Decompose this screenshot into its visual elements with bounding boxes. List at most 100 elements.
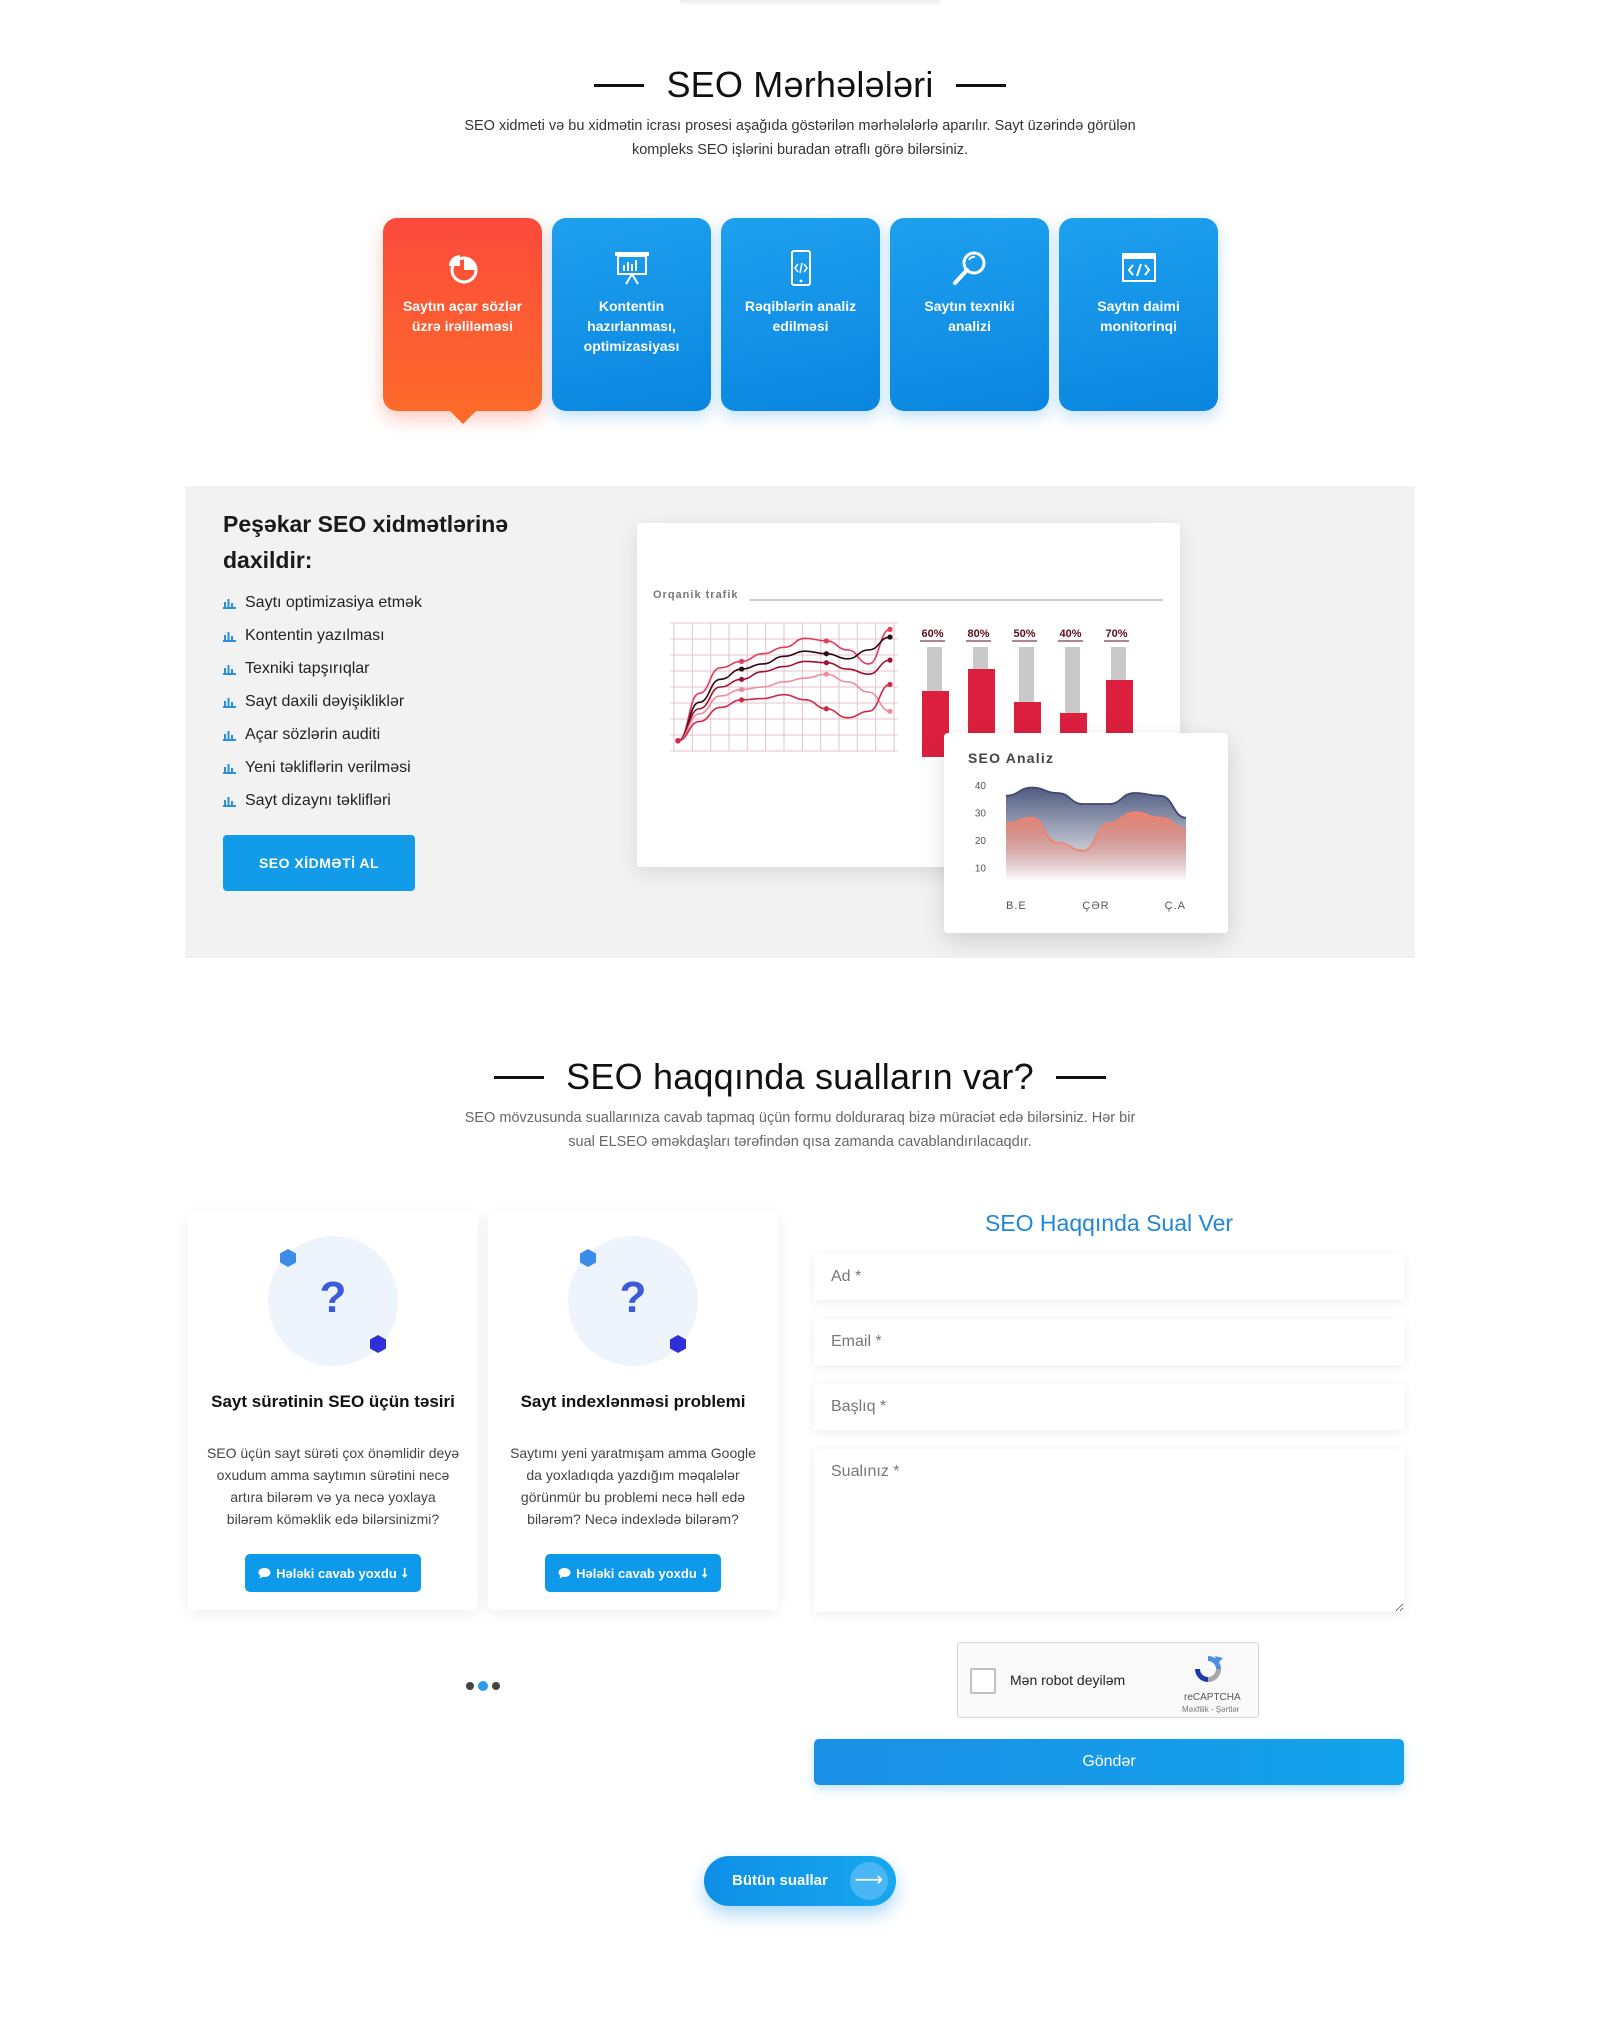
line-point (823, 651, 829, 657)
comment-icon (558, 1568, 571, 1579)
arrow-down-icon: ⭣ (401, 1565, 408, 1580)
seo-analiz-card: SEO Analiz 40 30 20 10 B.E ÇƏR Ç.A (944, 733, 1228, 933)
recaptcha-logo-icon (1195, 1656, 1223, 1682)
y-tick-label: 20 (975, 836, 987, 847)
organic-traffic-title: Orqanik trafik (653, 589, 739, 601)
stage-card-keywords[interactable]: Saytın açar sözlər üzrə irəliləməsi (383, 218, 542, 424)
service-item: Texniki tapşırıqlar (223, 652, 422, 685)
bar-track (927, 647, 942, 691)
service-item: Kontentin yazılması (223, 619, 422, 652)
recaptcha-label: Mən robot deyiləm (1010, 1672, 1126, 1688)
stage-card-technical[interactable]: Saytın texniki analizi (890, 218, 1049, 411)
faq-card[interactable]: ? Sayt sürətinin SEO üçün təsiri SEO üçü… (188, 1212, 478, 1610)
stage-card-content[interactable]: Kontentin hazırlanması, optimizasiyası (552, 218, 711, 411)
questions-header: SEO haqqında sualların var? SEO mövzusun… (0, 1056, 1600, 1154)
all-questions-button[interactable]: Bütün suallar ⟶ (704, 1856, 896, 1906)
all-questions-label: Bütün suallar (732, 1872, 828, 1889)
service-item: Saytı optimizasiya etmək (223, 586, 422, 619)
pie-chart-icon (448, 255, 477, 284)
question-textarea[interactable] (814, 1449, 1404, 1612)
service-item-label: Texniki tapşırıqlar (245, 659, 370, 677)
line-chart-grid (670, 622, 898, 752)
recaptcha-terms-link[interactable]: Məxfilik - Şərtlər (1182, 1705, 1258, 1714)
stage-label: Saytın açar sözlər üzrə irəliləməsi (402, 298, 523, 334)
comment-icon (258, 1568, 271, 1579)
line-point (823, 638, 829, 644)
bar-track (1019, 647, 1034, 702)
line-point (739, 697, 745, 703)
line-point (739, 676, 745, 682)
services-title: Peşəkar SEO xidmətlərinə daxildir: (223, 511, 509, 573)
stage-card-competitors[interactable]: Rəqiblərin analiz edilməsi (721, 218, 880, 411)
bar-chart-icon (223, 796, 236, 807)
hexagon-icon (370, 1335, 386, 1353)
no-answer-button[interactable]: Hələki cavab yoxdu ⭣ (245, 1554, 421, 1592)
service-item: Sayt daxili dəyişikliklər (223, 685, 422, 718)
seo-service-button[interactable]: SEO XİDMƏTİ AL (223, 835, 415, 891)
stages-title-text: SEO Mərhələləri (666, 64, 934, 105)
bar-chart-icon (223, 598, 236, 609)
faq-title: Sayt sürətinin SEO üçün təsiri (211, 1392, 455, 1411)
bar-chart-icon (223, 697, 236, 708)
line-point (823, 706, 829, 712)
stages-row: Saytın açar sözlər üzrə irəliləməsi Kont… (383, 218, 1218, 424)
bar-track (1065, 647, 1080, 713)
x-tick-label: Ç.A (1165, 900, 1186, 912)
y-tick-label: 40 (975, 781, 987, 792)
no-answer-button[interactable]: Hələki cavab yoxdu ⭣ (545, 1554, 721, 1592)
stage-label: Kontentin hazırlanması, optimizasiyası (583, 298, 680, 354)
y-tick-label: 30 (975, 808, 987, 819)
recaptcha-checkbox[interactable] (970, 1668, 996, 1694)
submit-button[interactable]: Göndər (814, 1739, 1404, 1785)
title-rule-right (1055, 1075, 1106, 1079)
carousel-dots (466, 1681, 500, 1691)
service-item-label: Sayt daxili dəyişikliklər (245, 692, 405, 710)
bar-label: 40% (1059, 628, 1081, 640)
line-point (887, 657, 893, 663)
questions-title-text: SEO haqqında sualların var? (566, 1056, 1034, 1097)
title-rule-left (594, 83, 645, 87)
browser-code-icon (1121, 253, 1156, 282)
stages-title: SEO Mərhələləri (594, 64, 1006, 106)
service-item-label: Açar sözlərin auditi (245, 725, 381, 743)
top-edge-fade (680, 0, 940, 6)
faq-title: Sayt indexlənməsi problemi (520, 1392, 746, 1411)
bar-label: 70% (1105, 628, 1127, 640)
title-rule-left (494, 1075, 545, 1079)
service-item-label: Kontentin yazılması (245, 626, 385, 644)
line-point (887, 708, 893, 714)
bar-track (973, 647, 988, 669)
faq-text: SEO üçün sayt sürəti çox önəmlidir deyə … (206, 1445, 460, 1527)
line-point (887, 681, 893, 688)
arrow-down-icon: ⭣ (701, 1565, 708, 1580)
bar-label: 60% (921, 628, 943, 640)
email-input[interactable] (814, 1319, 1404, 1365)
faq-card[interactable]: ? Sayt indexlənməsi problemi Saytımı yen… (488, 1212, 778, 1610)
arrow-right-icon: ⟶ (850, 1862, 888, 1900)
carousel-dot[interactable] (492, 1682, 500, 1690)
name-input[interactable] (814, 1254, 1404, 1300)
stage-card-monitoring[interactable]: Saytın daimi monitorinqi (1059, 218, 1218, 411)
stage-label: Saytın daimi monitorinqi (1097, 298, 1180, 334)
recaptcha-widget: Mən robot deyiləm reCAPTCHA Məxfilik - Ş… (957, 1642, 1259, 1718)
line-point (739, 666, 745, 672)
service-item-label: Saytı optimizasiya etmək (245, 593, 422, 611)
stages-header: SEO Mərhələləri SEO xidmeti və bu xidmət… (0, 64, 1600, 162)
bar-chart-icon (223, 631, 236, 642)
services-list: Saytı optimizasiya etmək Kontentin yazılm… (223, 586, 422, 817)
title-rule-right (955, 83, 1006, 87)
x-tick-label: B.E (1006, 900, 1027, 912)
hexagon-icon (280, 1249, 296, 1267)
carousel-dot[interactable] (466, 1682, 474, 1690)
bar-chart-icon (223, 763, 236, 774)
y-tick-label: 10 (975, 863, 987, 874)
line-point (823, 671, 829, 677)
area-chart-series (1005, 786, 1187, 881)
line-point (887, 626, 893, 632)
question-mark-icon: ? (619, 1273, 647, 1322)
seo-analiz-chart: SEO Analiz 40 30 20 10 B.E ÇƏR Ç.A (968, 750, 1187, 912)
carousel-dot-active[interactable] (478, 1681, 488, 1691)
bar-track (1111, 647, 1126, 680)
subject-input[interactable] (814, 1384, 1404, 1430)
recaptcha-brand: reCAPTCHA (1184, 1692, 1241, 1703)
